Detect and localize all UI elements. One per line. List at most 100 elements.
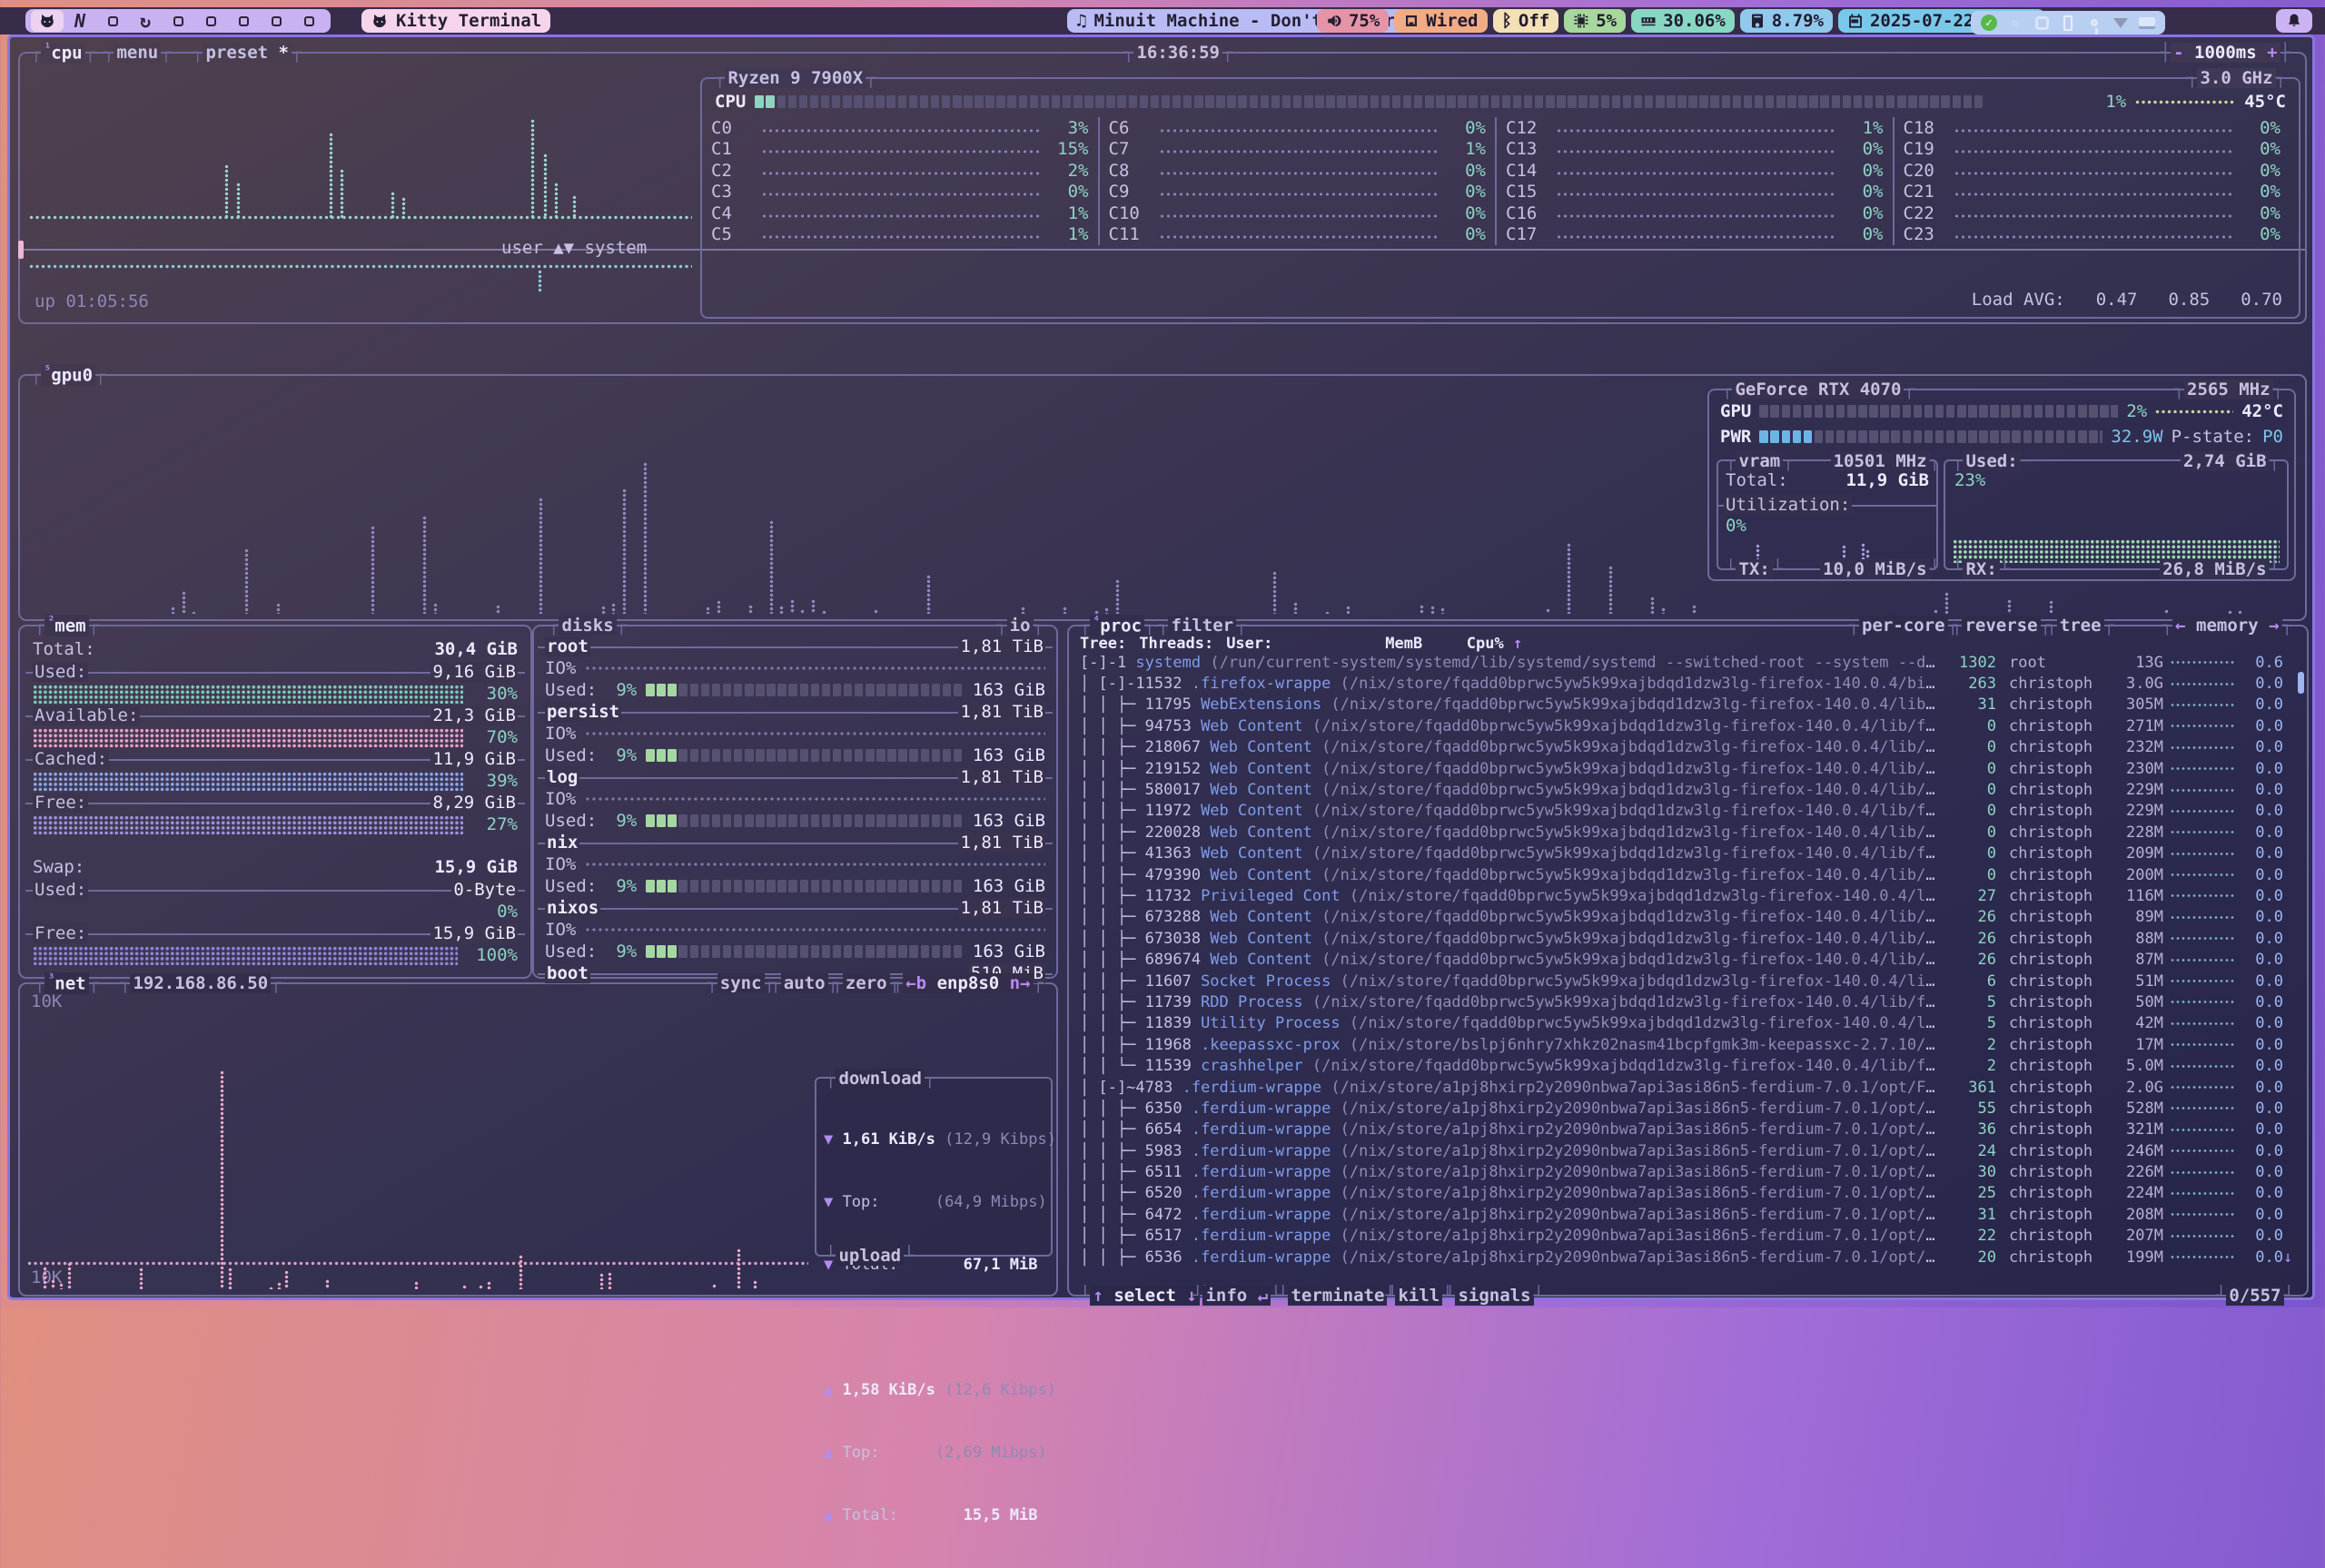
network-module[interactable]: Wired bbox=[1394, 9, 1487, 33]
menu-button[interactable]: ┐menu┌ bbox=[104, 40, 172, 65]
process-row-5983[interactable]: │ │ ├─ 5983 .ferdium-wrappe (/nix/store/… bbox=[1080, 1140, 2298, 1161]
proc-panel-title[interactable]: ┌⁴proc┐ bbox=[1080, 613, 1155, 638]
col-cpu[interactable]: Cpu% bbox=[1467, 635, 1504, 653]
process-row-6350[interactable]: │ │ ├─ 6350 .ferdium-wrappe (/nix/store/… bbox=[1080, 1098, 2298, 1119]
load-avg-label: Load AVG: bbox=[1972, 290, 2065, 310]
process-row-11968[interactable]: │ │ ├─ 11968 .keepassxc-prox (/nix/store… bbox=[1080, 1034, 2298, 1055]
process-row-6511[interactable]: │ │ ├─ 6511 .ferdium-wrappe (/nix/store/… bbox=[1080, 1161, 2298, 1182]
cpu-history-graph bbox=[29, 63, 692, 299]
tray-funnel-icon[interactable] bbox=[2112, 14, 2130, 32]
process-row-1[interactable]: [-]-1 systemd (/run/current-system/syste… bbox=[1080, 652, 2298, 673]
bluetooth-module[interactable]: ᛒOff bbox=[1493, 9, 1559, 33]
cpu-graph-mode-label[interactable]: user ▲▼ system bbox=[501, 238, 692, 258]
proc-column-headers[interactable]: Tree: Threads: User: MemB Cpu% ↑ bbox=[1069, 626, 2307, 648]
disks-io-button[interactable]: ┐io┐ bbox=[996, 613, 1044, 638]
net-sync-button[interactable]: ┐sync┌ bbox=[707, 971, 775, 996]
gpu-panel-title[interactable]: ┌⁵gpu0┌ bbox=[31, 362, 106, 388]
tray-window-icon[interactable] bbox=[2033, 14, 2051, 32]
update-interval-control[interactable]: ┤- 1000ms +├ bbox=[2161, 40, 2290, 65]
disk-module[interactable]: 8.79% bbox=[1740, 9, 1833, 33]
mem-panel-title[interactable]: ┌²mem┌ bbox=[35, 613, 99, 638]
notifications-button[interactable] bbox=[2276, 9, 2312, 33]
process-row-673288[interactable]: │ │ ├─ 673288 Web Content (/nix/store/fq… bbox=[1080, 907, 2298, 928]
core-row-C10: C100% bbox=[1109, 202, 1487, 224]
cpu-module[interactable]: 5% bbox=[1564, 9, 1626, 33]
net-panel-title[interactable]: ┌³net┌ bbox=[35, 971, 99, 996]
process-row-479390[interactable]: │ │ ├─ 479390 Web Content (/nix/store/fq… bbox=[1080, 864, 2298, 885]
sort-column-switch[interactable]: ┐← memory →┐ bbox=[2162, 613, 2292, 638]
proc-scrollbar[interactable] bbox=[2298, 672, 2304, 694]
process-row-219152[interactable]: │ │ ├─ 219152 Web Content (/nix/store/fq… bbox=[1080, 758, 2298, 779]
core-row-C17: C170% bbox=[1506, 224, 1884, 246]
process-row-6520[interactable]: │ │ ├─ 6520 .ferdium-wrappe (/nix/store/… bbox=[1080, 1183, 2298, 1204]
tree-button[interactable]: ┐tree┌ bbox=[2046, 613, 2114, 638]
workspace-1-cat-icon[interactable] bbox=[31, 10, 64, 32]
signals-button[interactable]: ┘signals┘ bbox=[1445, 1283, 1544, 1308]
process-row-41363[interactable]: │ │ ├─ 41363 Web Content (/nix/store/fqa… bbox=[1080, 843, 2298, 864]
core-row-C2: C22% bbox=[711, 160, 1089, 182]
disk-root-io: IO% bbox=[545, 657, 1045, 679]
core-column-3: C121%C130%C140%C150%C160%C170% bbox=[1495, 117, 1893, 245]
core-grid: C03%C115%C22%C30%C41%C51%C60%C71%C80%C90… bbox=[702, 112, 2299, 245]
workspace-3-square-icon[interactable] bbox=[96, 10, 129, 32]
tray-wave-icon[interactable]: ≈ bbox=[2006, 14, 2024, 32]
mem-graph-free: 27% bbox=[33, 814, 518, 835]
system-tray[interactable]: ✓≈ bbox=[1971, 11, 2165, 35]
terminate-button[interactable]: ┘terminate┘ bbox=[1278, 1283, 1398, 1308]
process-row-11739[interactable]: │ │ ├─ 11739 RDD Process (/nix/store/fqa… bbox=[1080, 991, 2298, 1012]
process-row-6472[interactable]: │ │ ├─ 6472 .ferdium-wrappe (/nix/store/… bbox=[1080, 1204, 2298, 1225]
select-buttons[interactable]: └↑ select ↓└ bbox=[1080, 1283, 1210, 1308]
workspace-7-square-icon[interactable] bbox=[227, 10, 260, 32]
gpu-temp: 42°C bbox=[2241, 401, 2283, 421]
process-row-11972[interactable]: │ │ ├─ 11972 Web Content (/nix/store/fqa… bbox=[1080, 801, 2298, 822]
process-row-673038[interactable]: │ │ ├─ 673038 Web Content (/nix/store/fq… bbox=[1080, 928, 2298, 949]
cpu-panel-title[interactable]: ┌¹cpu┌ bbox=[31, 40, 95, 65]
process-row-6654[interactable]: │ │ ├─ 6654 .ferdium-wrappe (/nix/store/… bbox=[1080, 1119, 2298, 1140]
per-core-button[interactable]: ┐per-core┌ bbox=[1849, 613, 1958, 638]
process-row-689674[interactable]: │ │ ├─ 689674 Web Content (/nix/store/fq… bbox=[1080, 949, 2298, 970]
core-row-C22: C220% bbox=[1904, 202, 2281, 224]
process-row-11532[interactable]: │ [-]-11532 .firefox-wrappe (/nix/store/… bbox=[1080, 673, 2298, 694]
volume-module[interactable]: 75% bbox=[1317, 9, 1389, 33]
tray-check-icon[interactable]: ✓ bbox=[1980, 14, 1998, 32]
process-row-11839[interactable]: │ │ ├─ 11839 Utility Process (/nix/store… bbox=[1080, 1013, 2298, 1034]
tray-key-icon[interactable] bbox=[2085, 14, 2103, 32]
kill-button[interactable]: ┘kill┘ bbox=[1385, 1283, 1453, 1308]
disks-panel: ┌disks┌ ┐io┐ root1,81 TiBIO%Used:9%163 G… bbox=[532, 625, 1058, 979]
process-row-11795[interactable]: │ │ ├─ 11795 WebExtensions (/nix/store/f… bbox=[1080, 695, 2298, 715]
process-row-220028[interactable]: │ │ ├─ 220028 Web Content (/nix/store/fq… bbox=[1080, 822, 2298, 843]
memory-value: 30.06% bbox=[1663, 11, 1726, 31]
tray-phone-icon[interactable] bbox=[2059, 14, 2077, 32]
core-row-C13: C130% bbox=[1506, 139, 1884, 161]
reverse-button[interactable]: ┐reverse┌ bbox=[1952, 613, 2051, 638]
net-zero-button[interactable]: ┐zero┌ bbox=[832, 971, 900, 996]
workspace-2-neovim-icon[interactable]: N bbox=[64, 10, 96, 32]
process-row-94753[interactable]: │ │ ├─ 94753 Web Content (/nix/store/fqa… bbox=[1080, 715, 2298, 736]
net-auto-button[interactable]: ┐auto┌ bbox=[770, 971, 838, 996]
tray-keyboard-icon[interactable] bbox=[2138, 14, 2156, 32]
workspaces[interactable]: N↻ bbox=[25, 9, 331, 33]
workspace-5-square-icon[interactable] bbox=[162, 10, 194, 32]
workspace-4-refresh-icon[interactable]: ↻ bbox=[129, 10, 162, 32]
process-row-218067[interactable]: │ │ ├─ 218067 Web Content (/nix/store/fq… bbox=[1080, 737, 2298, 758]
workspace-9-square-icon[interactable] bbox=[292, 10, 325, 32]
net-interface-switch[interactable]: ┐←b enp8s0 n→┌ bbox=[893, 971, 1044, 996]
process-row-11539[interactable]: │ │ └─ 11539 crashhelper (/nix/store/fqa… bbox=[1080, 1055, 2298, 1076]
proc-filter-button[interactable]: ┐filter┌ bbox=[1158, 613, 1247, 638]
preset-button[interactable]: ┐preset *┌ bbox=[193, 40, 302, 65]
mem-stat-used: Used:9,16 GiB bbox=[33, 661, 518, 683]
col-memb[interactable]: MemB bbox=[1324, 635, 1422, 653]
info-button[interactable]: ┘info ↵└ bbox=[1192, 1283, 1281, 1308]
process-row-4783[interactable]: │ [-]~4783 .ferdium-wrappe (/nix/store/a… bbox=[1080, 1077, 2298, 1098]
process-row-6517[interactable]: │ │ ├─ 6517 .ferdium-wrappe (/nix/store/… bbox=[1080, 1226, 2298, 1247]
workspace-8-square-icon[interactable] bbox=[260, 10, 292, 32]
process-row-580017[interactable]: │ │ ├─ 580017 Web Content (/nix/store/fq… bbox=[1080, 779, 2298, 800]
workspace-6-square-icon[interactable] bbox=[194, 10, 227, 32]
rx-label: └RX:└ bbox=[1953, 557, 2010, 582]
memory-module[interactable]: 30.06% bbox=[1631, 9, 1735, 33]
process-row-11732[interactable]: │ │ ├─ 11732 Privileged Cont (/nix/store… bbox=[1080, 885, 2298, 906]
window-title-pill[interactable]: Kitty Terminal bbox=[361, 9, 550, 33]
disk-log-io: IO% bbox=[545, 788, 1045, 810]
process-row-6536[interactable]: │ │ ├─ 6536 .ferdium-wrappe (/nix/store/… bbox=[1080, 1247, 2298, 1267]
process-row-11607[interactable]: │ │ ├─ 11607 Socket Process (/nix/store/… bbox=[1080, 971, 2298, 991]
